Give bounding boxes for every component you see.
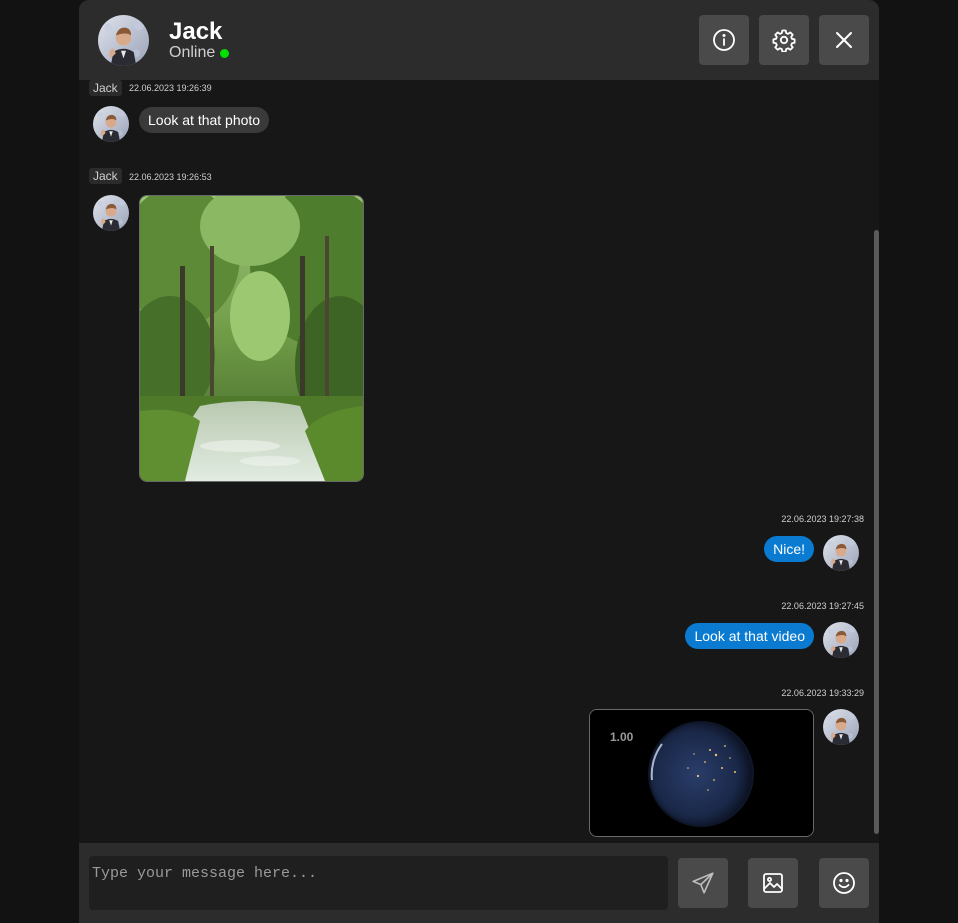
- sender-avatar[interactable]: [93, 106, 129, 142]
- chat-window: Jack Online Jack 22.06.2023 19:26:39 Loo…: [79, 0, 879, 923]
- message-timestamp: 22.06.2023 19:26:39: [129, 83, 212, 93]
- own-avatar[interactable]: [823, 535, 859, 571]
- status-text: Online: [169, 44, 216, 61]
- message-timestamp: 22.06.2023 19:33:29: [781, 688, 864, 698]
- online-indicator: [220, 48, 230, 58]
- image-icon: [763, 873, 783, 893]
- video-attachment[interactable]: 1.00: [589, 709, 814, 837]
- attach-image-button[interactable]: [748, 858, 798, 908]
- message-timestamp: 22.06.2023 19:26:53: [129, 172, 212, 182]
- chat-header: Jack Online: [79, 0, 879, 80]
- message-bubble[interactable]: Nice!: [764, 536, 814, 562]
- earth-at-night-video: [590, 710, 813, 836]
- message-bubble[interactable]: Look at that photo: [139, 107, 270, 133]
- contact-avatar[interactable]: [98, 15, 149, 66]
- contact-name: Jack: [169, 18, 223, 45]
- chat-scrollbar[interactable]: [874, 230, 879, 834]
- gear-icon: [772, 29, 796, 52]
- contact-status: Online: [169, 44, 230, 62]
- message-list[interactable]: Jack 22.06.2023 19:26:39 Look at that ph…: [79, 80, 879, 843]
- sender-name: Jack: [89, 168, 122, 184]
- emoji-button[interactable]: [819, 858, 869, 908]
- sender-avatar[interactable]: [93, 195, 129, 231]
- forest-stream-photo: [140, 196, 363, 481]
- own-avatar[interactable]: [823, 709, 859, 745]
- image-attachment[interactable]: [139, 195, 364, 482]
- info-button[interactable]: [699, 15, 749, 65]
- settings-button[interactable]: [759, 15, 809, 65]
- close-button[interactable]: [819, 15, 869, 65]
- own-avatar[interactable]: [823, 622, 859, 658]
- emoji-icon: [833, 872, 855, 894]
- send-button[interactable]: [678, 858, 728, 908]
- message-timestamp: 22.06.2023 19:27:38: [781, 514, 864, 524]
- message-timestamp: 22.06.2023 19:27:45: [781, 601, 864, 611]
- close-icon: [836, 32, 852, 48]
- send-icon: [692, 872, 714, 894]
- info-icon: [713, 29, 735, 51]
- playback-rate: 1.00: [610, 730, 634, 744]
- message-bubble[interactable]: Look at that video: [685, 623, 814, 649]
- sender-name: Jack: [89, 80, 122, 96]
- message-input[interactable]: [89, 856, 668, 910]
- message-composer: [79, 843, 879, 923]
